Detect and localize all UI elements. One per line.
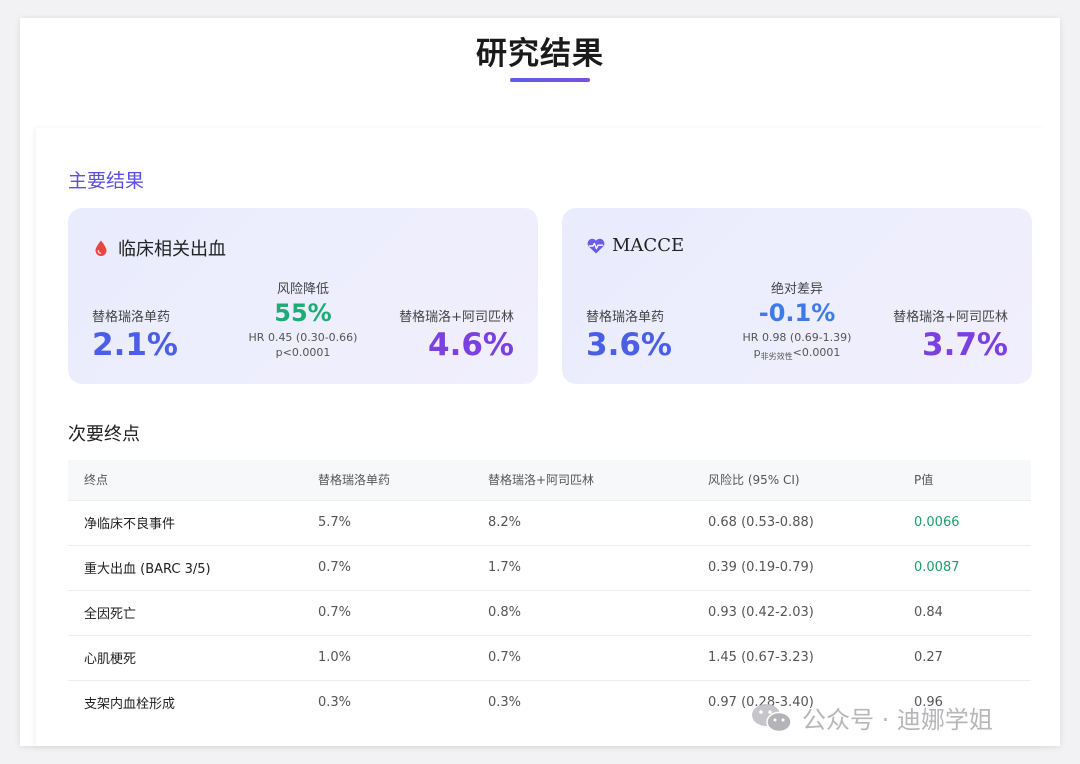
arm-value: 3.6% — [586, 327, 672, 363]
mid-value: 55% — [274, 299, 332, 327]
p-subscript: 非劣效性 — [760, 352, 793, 362]
arm-label: 替格瑞洛单药 — [586, 310, 665, 325]
mid-label: 绝对差异 — [770, 282, 823, 297]
combination-rate: 1.7% — [488, 544, 708, 590]
table-header-row: 终点 替格瑞洛单药 替格瑞洛+阿司匹林 风险比 (95% CI) P值 — [68, 460, 1031, 500]
risk-reduction: 风险降低 55% HR 0.45 (0.30-0.66) p<0.0001 — [203, 278, 403, 359]
blood-drop-icon — [92, 239, 110, 257]
hazard-ratio-ci: 0.68 (0.53-0.88) — [708, 499, 914, 545]
combination-rate: 0.7% — [488, 634, 708, 680]
heartbeat-icon — [586, 237, 605, 255]
page-header: 研究结果 — [20, 18, 1060, 128]
combination-rate: 8.2% — [488, 499, 708, 545]
combination-rate: 0.3% — [488, 679, 708, 725]
card-title: MACCE — [612, 235, 685, 256]
p-value: p非劣效性<0.0001 — [697, 346, 897, 362]
card-header: MACCE — [586, 235, 684, 256]
monotherapy-arm: 替格瑞洛单药 3.6% — [586, 306, 672, 363]
page-shell: 研究结果 主要结果 临床相关出血 替格瑞洛单药 2.1% 风险降低 55% HR… — [20, 18, 1060, 746]
column-header: 终点 — [68, 460, 318, 500]
combination-arm: 替格瑞洛+阿司匹林 4.6% — [399, 306, 514, 363]
monotherapy-rate: 0.3% — [318, 679, 488, 725]
hazard-ratio: HR 0.98 (0.69-1.39) — [742, 331, 852, 344]
table-row: 净临床不良事件 5.7% 8.2% 0.68 (0.53-0.88) 0.006… — [68, 499, 1031, 545]
macce-result-card: MACCE 替格瑞洛单药 3.6% 绝对差异 -0.1% HR 0.98 (0.… — [562, 208, 1032, 384]
hazard-ratio-ci: 0.93 (0.42-2.03) — [708, 589, 914, 635]
watermark-text: 公众号 · 迪娜学姐 — [802, 706, 993, 734]
monotherapy-rate: 0.7% — [318, 589, 488, 635]
mid-label: 风险降低 — [276, 282, 329, 297]
hazard-ratio-ci: 0.39 (0.19-0.79) — [708, 544, 914, 590]
column-header: 替格瑞洛单药 — [318, 460, 488, 500]
arm-value: 2.1% — [92, 327, 178, 363]
p-symbol: p — [753, 346, 761, 359]
primary-results-heading: 主要结果 — [68, 170, 145, 192]
p-value: p<0.0001 — [275, 346, 331, 359]
card-title: 临床相关出血 — [118, 239, 226, 260]
combination-rate: 0.8% — [488, 589, 708, 635]
absolute-difference: 绝对差异 -0.1% HR 0.98 (0.69-1.39) p非劣效性<0.0… — [697, 278, 897, 362]
p-value: 0.0087 — [914, 544, 1031, 590]
mid-value: -0.1% — [758, 299, 836, 327]
column-header: 替格瑞洛+阿司匹林 — [488, 460, 708, 500]
secondary-endpoints-table: 终点 替格瑞洛单药 替格瑞洛+阿司匹林 风险比 (95% CI) P值 净临床不… — [68, 460, 1031, 725]
monotherapy-rate: 0.7% — [318, 544, 488, 590]
monotherapy-rate: 1.0% — [318, 634, 488, 680]
endpoint-name: 全因死亡 — [68, 589, 318, 635]
column-header: 风险比 (95% CI) — [708, 460, 914, 500]
endpoint-name: 支架内血栓形成 — [68, 679, 318, 725]
p-value: 0.0066 — [914, 499, 1031, 545]
monotherapy-rate: 5.7% — [318, 499, 488, 545]
watermark: 公众号 · 迪娜学姐 — [750, 700, 993, 735]
arm-value: 4.6% — [428, 327, 514, 363]
combination-arm: 替格瑞洛+阿司匹林 3.7% — [893, 306, 1008, 363]
results-panel: 主要结果 临床相关出血 替格瑞洛单药 2.1% 风险降低 55% HR 0.45… — [36, 128, 1044, 746]
column-header: P值 — [914, 460, 1031, 500]
wechat-icon — [750, 701, 794, 735]
arm-label: 替格瑞洛+阿司匹林 — [399, 310, 514, 325]
table-row: 重大出血 (BARC 3/5) 0.7% 1.7% 0.39 (0.19-0.7… — [68, 544, 1031, 590]
monotherapy-arm: 替格瑞洛单药 2.1% — [92, 306, 178, 363]
p-value: 0.27 — [914, 634, 1031, 680]
endpoint-name: 净临床不良事件 — [68, 499, 318, 545]
arm-value: 3.7% — [922, 327, 1008, 363]
arm-label: 替格瑞洛单药 — [92, 310, 171, 325]
page-title: 研究结果 — [476, 36, 604, 72]
endpoint-name: 心肌梗死 — [68, 634, 318, 680]
hazard-ratio-ci: 1.45 (0.67-3.23) — [708, 634, 914, 680]
hazard-ratio: HR 0.45 (0.30-0.66) — [248, 331, 358, 344]
p-value: 0.84 — [914, 589, 1031, 635]
title-underline — [510, 78, 590, 82]
table-row: 全因死亡 0.7% 0.8% 0.93 (0.42-2.03) 0.84 — [68, 589, 1031, 635]
card-header: 临床相关出血 — [92, 235, 226, 261]
p-threshold: <0.0001 — [792, 346, 841, 359]
table-row: 心肌梗死 1.0% 0.7% 1.45 (0.67-3.23) 0.27 — [68, 634, 1031, 680]
bleeding-result-card: 临床相关出血 替格瑞洛单药 2.1% 风险降低 55% HR 0.45 (0.3… — [68, 208, 538, 384]
endpoint-name: 重大出血 (BARC 3/5) — [68, 544, 318, 590]
arm-label: 替格瑞洛+阿司匹林 — [893, 310, 1008, 325]
secondary-endpoints-heading: 次要终点 — [68, 424, 140, 445]
